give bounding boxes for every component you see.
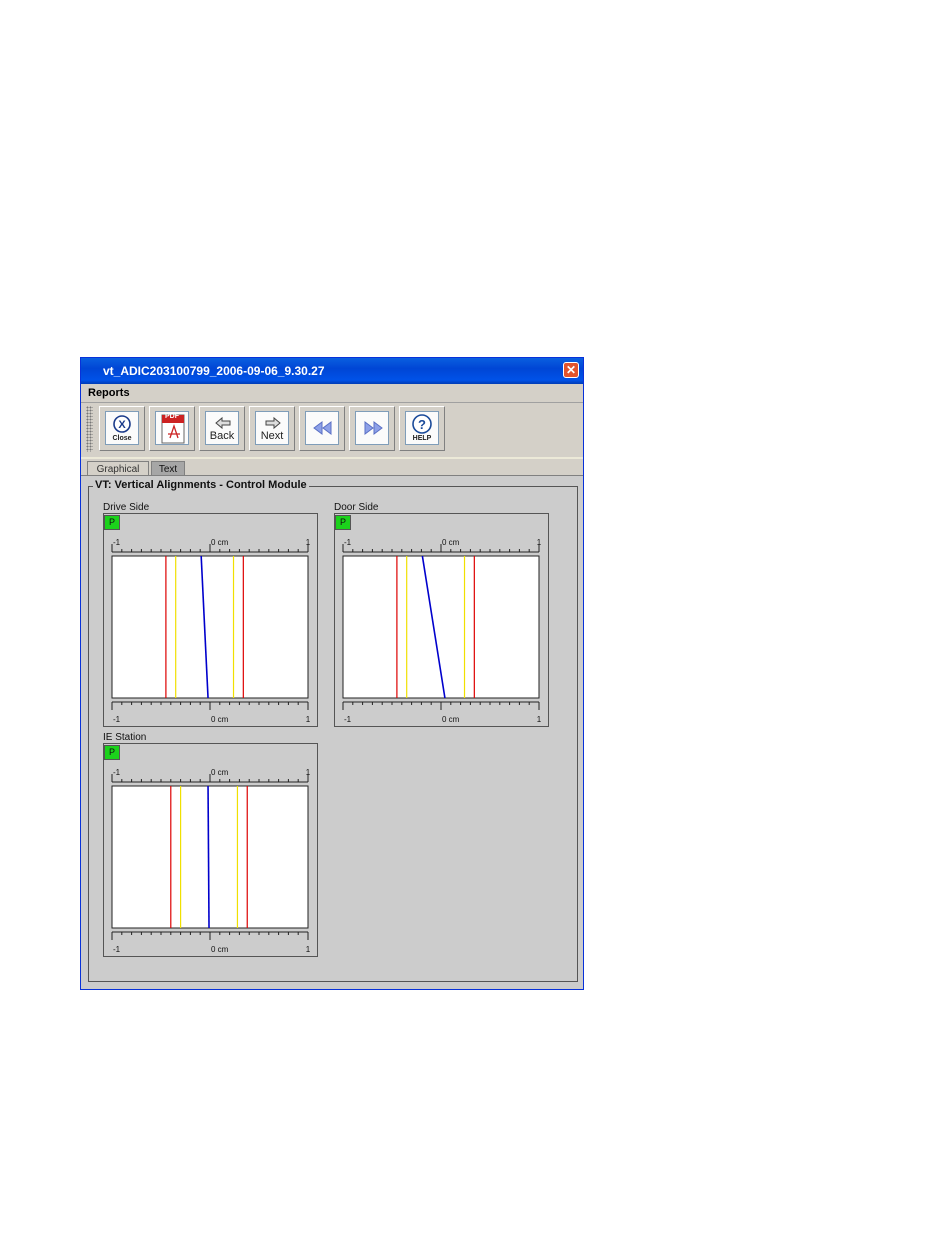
top-tick-label: -1 [113, 538, 121, 547]
top-tick-label: -1 [344, 538, 352, 547]
next-button[interactable]: Next [249, 406, 295, 451]
report-window: vt_ADIC203100799_2006-09-06_9.30.27 ✕ Re… [80, 357, 584, 990]
next-button-label: Next [260, 430, 284, 442]
title-bar[interactable]: vt_ADIC203100799_2006-09-06_9.30.27 ✕ [81, 358, 583, 384]
toolbar-grip-icon[interactable] [86, 406, 93, 452]
report-title: VT: Vertical Alignments - Control Module [93, 479, 309, 491]
bottom-tick-label: -1 [344, 715, 352, 724]
help-button-face: ? HELP [405, 411, 439, 445]
report-group: VT: Vertical Alignments - Control Module… [88, 479, 578, 982]
back-button[interactable]: Back [199, 406, 245, 451]
top-tick-label: 0 cm [211, 538, 229, 547]
fast-forward-button[interactable] [349, 406, 395, 451]
alignment-chart: -1 0 cm 1 -1 0 cm 1 [111, 768, 311, 954]
menu-reports[interactable]: Reports [88, 387, 130, 399]
tab-content: VT: Vertical Alignments - Control Module… [81, 475, 583, 989]
window-title: vt_ADIC203100799_2006-09-06_9.30.27 [103, 364, 325, 378]
back-button-face: Back [205, 411, 239, 445]
top-tick-label: 1 [306, 538, 311, 547]
bottom-tick-label: 0 cm [211, 715, 229, 724]
panel-drive-side: P -1 0 cm 1 -1 0 cm 1 [103, 513, 318, 727]
rewind-icon [313, 421, 332, 435]
pdf-button[interactable]: PDF [149, 406, 195, 451]
alignment-chart: -1 0 cm 1 -1 0 cm 1 [111, 538, 311, 724]
menu-bar: Reports [81, 384, 583, 403]
bottom-tick-label: 1 [537, 715, 542, 724]
bottom-tick-label: 1 [306, 715, 311, 724]
plot-area [111, 555, 309, 699]
svg-text:?: ? [418, 417, 426, 432]
top-tick-label: 1 [306, 768, 311, 777]
rewind-button-face [305, 411, 339, 445]
top-tick-label: -1 [113, 768, 121, 777]
close-button-face: X Close [105, 411, 139, 445]
panel-title-ie-station: IE Station [103, 732, 147, 743]
back-button-label: Back [209, 430, 235, 442]
help-button[interactable]: ? HELP [399, 406, 445, 451]
fast-forward-icon [364, 421, 383, 435]
rewind-button[interactable] [299, 406, 345, 451]
panel-title-door-side: Door Side [334, 502, 379, 513]
svg-text:X: X [118, 419, 126, 431]
window-close-button[interactable]: ✕ [563, 362, 579, 378]
bottom-tick-label: 0 cm [442, 715, 460, 724]
fast-forward-button-face [355, 411, 389, 445]
pdf-icon-text: PDF [165, 413, 179, 420]
toolbar: X Close PDF Back Next ? HELP [81, 403, 583, 457]
bottom-tick-label: 0 cm [211, 945, 229, 954]
close-button[interactable]: X Close [99, 406, 145, 451]
help-button-label: HELP [412, 435, 432, 442]
panel-title-drive-side: Drive Side [103, 502, 150, 513]
bottom-tick-label: 1 [306, 945, 311, 954]
top-tick-label: 1 [537, 538, 542, 547]
alignment-chart: -1 0 cm 1 -1 0 cm 1 [342, 538, 542, 724]
pdf-button-face: PDF [155, 411, 189, 445]
top-tick-label: 0 cm [211, 768, 229, 777]
panel-door-side: P -1 0 cm 1 -1 0 cm 1 [334, 513, 549, 727]
bottom-tick-label: -1 [113, 715, 121, 724]
top-tick-label: 0 cm [442, 538, 460, 547]
plot-area [111, 785, 309, 929]
close-button-label: Close [112, 435, 132, 442]
measurement-line [207, 785, 210, 929]
bottom-tick-label: -1 [113, 945, 121, 954]
next-button-face: Next [255, 411, 289, 445]
panel-ie-station: P -1 0 cm 1 -1 0 cm 1 [103, 743, 318, 957]
